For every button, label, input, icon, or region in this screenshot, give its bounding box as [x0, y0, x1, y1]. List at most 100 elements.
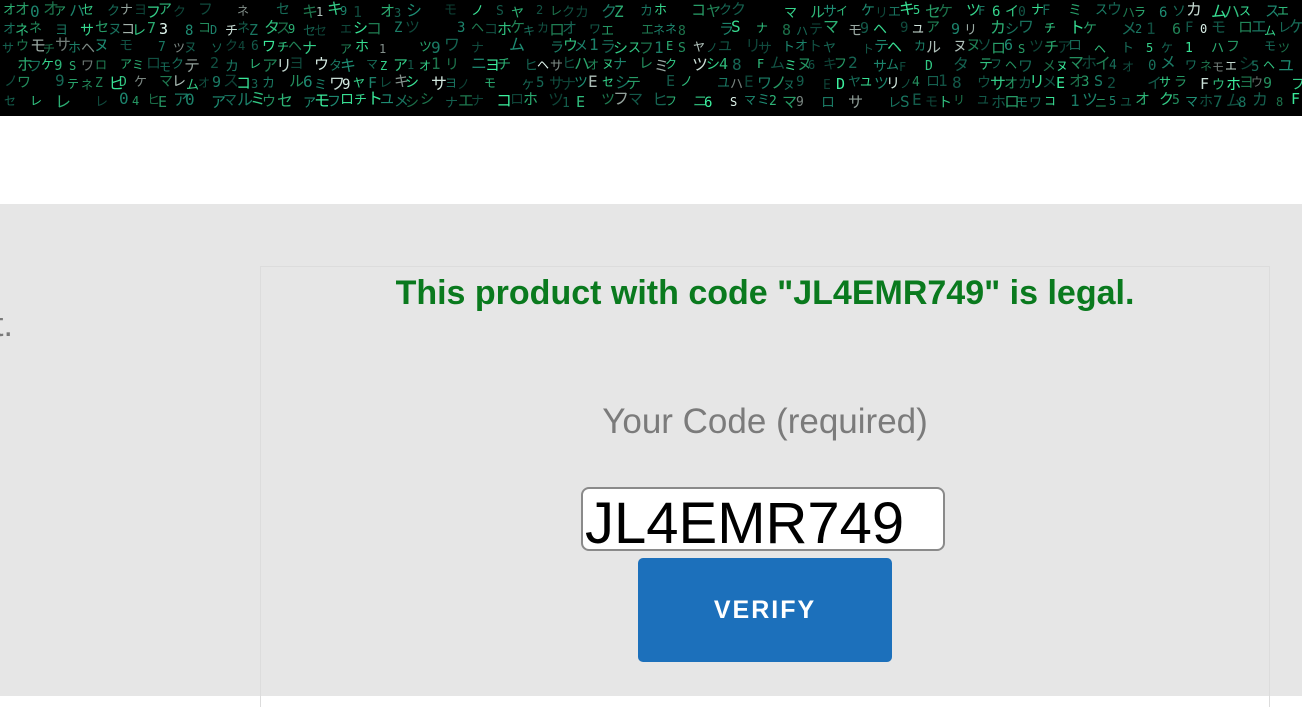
svg-text:2: 2 — [848, 53, 858, 72]
svg-text:イ: イ — [1005, 4, 1019, 20]
svg-text:オ: オ — [419, 59, 431, 73]
svg-text:0: 0 — [119, 89, 129, 108]
svg-text:オ: オ — [198, 76, 210, 90]
svg-text:3: 3 — [159, 20, 168, 38]
svg-text:リ: リ — [875, 6, 888, 21]
svg-text:ワ: ワ — [589, 22, 601, 36]
code-field-label: Your Code (required) — [602, 402, 928, 441]
svg-text:ユ: ユ — [860, 75, 872, 89]
svg-text:フ: フ — [28, 59, 42, 75]
svg-text:テ: テ — [67, 77, 79, 91]
svg-text:5: 5 — [1172, 93, 1180, 108]
svg-text:ス: ス — [1239, 4, 1251, 18]
svg-text:ソ: ソ — [977, 36, 992, 54]
svg-text:3: 3 — [457, 20, 465, 36]
svg-text:ト: ト — [782, 40, 795, 55]
svg-text:ウ: ウ — [314, 55, 329, 73]
svg-text:ユ: ユ — [718, 39, 732, 55]
svg-text:4: 4 — [912, 75, 920, 90]
svg-text:モ: モ — [484, 76, 496, 90]
left-column-text: t. — [0, 306, 13, 344]
svg-text:リ: リ — [445, 57, 459, 73]
svg-text:ロ: ロ — [340, 92, 354, 108]
svg-text:Z: Z — [249, 21, 258, 39]
svg-text:セ: セ — [602, 75, 614, 89]
svg-text:ネ: ネ — [653, 23, 665, 37]
svg-text:ヘ: ヘ — [1005, 58, 1017, 72]
svg-text:テ: テ — [184, 56, 200, 75]
matrix-code-graphic: オオサノセオネウホワ0ネモフレオチケアヨサ99レハホSテセサヘワネセヌロZレクヌ… — [2, 0, 1302, 111]
svg-text:ヤ: ヤ — [693, 40, 705, 54]
svg-text:レ: レ — [249, 57, 261, 71]
svg-text:ケ: ケ — [134, 75, 147, 90]
svg-text:マ: マ — [628, 90, 643, 108]
svg-text:カ: カ — [640, 4, 653, 19]
svg-text:ト: ト — [938, 95, 952, 111]
svg-text:オ: オ — [15, 0, 30, 18]
svg-text:8: 8 — [1276, 95, 1283, 109]
svg-text:5: 5 — [1109, 94, 1116, 108]
svg-text:9: 9 — [212, 73, 221, 91]
svg-text:ネ: ネ — [1200, 59, 1212, 73]
svg-text:6: 6 — [1172, 20, 1181, 38]
svg-text:2: 2 — [536, 3, 543, 17]
svg-text:セ: セ — [4, 94, 16, 108]
svg-text:Z: Z — [95, 76, 103, 91]
svg-text:レ: レ — [95, 95, 108, 110]
svg-text:ホ: ホ — [523, 90, 538, 108]
svg-text:エ: エ — [340, 22, 352, 36]
svg-text:モ: モ — [444, 3, 457, 18]
svg-text:ヌ: ヌ — [184, 41, 197, 56]
svg-text:エ: エ — [1225, 59, 1237, 73]
svg-text:F: F — [1042, 3, 1050, 19]
svg-text:ワ: ワ — [757, 74, 772, 92]
svg-text:ケ: ケ — [861, 3, 875, 19]
svg-text:モ: モ — [925, 95, 938, 110]
svg-text:ノ: ノ — [680, 75, 693, 90]
svg-text:5: 5 — [536, 75, 544, 91]
svg-text:ク: ク — [171, 57, 184, 72]
svg-text:1: 1 — [1146, 19, 1156, 38]
svg-text:タ: タ — [953, 55, 969, 74]
svg-text:Z: Z — [380, 59, 387, 73]
svg-text:ワ: ワ — [1018, 17, 1034, 36]
svg-text:シ: シ — [613, 39, 628, 57]
svg-text:モ: モ — [119, 38, 133, 54]
code-input[interactable]: JL4EMR749 — [581, 487, 945, 551]
svg-text:1: 1 — [1185, 41, 1193, 56]
svg-text:ヘ: ヘ — [887, 38, 902, 56]
svg-text:オ: オ — [380, 2, 395, 20]
svg-text:レ: レ — [379, 76, 392, 91]
svg-text:マ: マ — [782, 93, 797, 111]
svg-text:ヘ: ヘ — [288, 39, 302, 55]
svg-text:オ: オ — [562, 19, 577, 37]
svg-text:ナ: ナ — [445, 96, 458, 111]
svg-text:F: F — [757, 57, 764, 71]
svg-text:カ: カ — [262, 76, 275, 91]
svg-text:2: 2 — [1135, 22, 1142, 36]
svg-text:レ: レ — [639, 56, 653, 72]
svg-text:D: D — [836, 75, 845, 93]
svg-text:サ: サ — [2, 41, 14, 55]
verify-button[interactable]: VERIFY — [638, 558, 892, 662]
svg-text:ヨ: ヨ — [445, 76, 457, 90]
svg-text:6: 6 — [251, 39, 259, 54]
svg-text:0: 0 — [30, 2, 40, 21]
svg-text:ケ: ケ — [1083, 21, 1097, 37]
svg-text:ウ: ウ — [1251, 75, 1263, 89]
svg-text:7: 7 — [1213, 92, 1223, 111]
svg-text:ノ: ノ — [471, 4, 484, 19]
svg-text:8: 8 — [1238, 95, 1246, 111]
svg-text:D: D — [210, 23, 217, 37]
svg-text:S: S — [69, 59, 76, 73]
svg-text:ム: ム — [770, 54, 785, 72]
svg-text:ヌ: ヌ — [94, 36, 109, 54]
svg-text:2: 2 — [769, 94, 777, 109]
svg-text:ツ: ツ — [574, 75, 588, 91]
svg-text:9: 9 — [951, 20, 960, 38]
svg-text:ハ: ハ — [1211, 41, 1224, 56]
svg-text:ミ: ミ — [784, 59, 797, 74]
svg-text:キ: キ — [523, 24, 535, 38]
svg-text:ク: ク — [562, 5, 575, 20]
svg-text:D: D — [925, 59, 933, 74]
